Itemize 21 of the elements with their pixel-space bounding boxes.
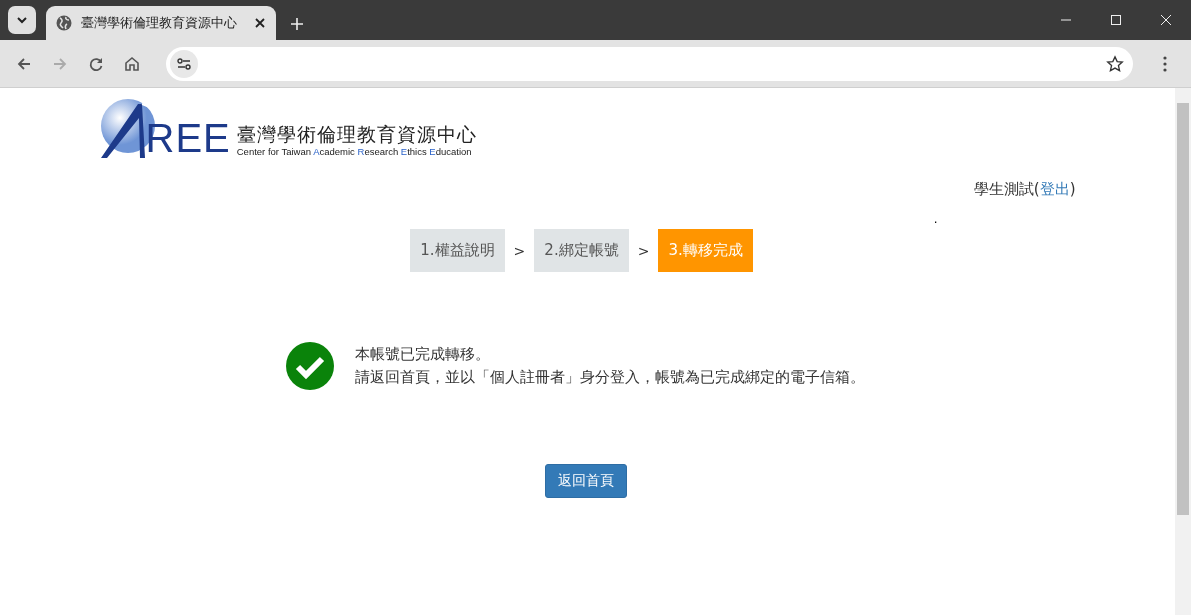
logo-letters: REE [145, 118, 231, 158]
success-check-icon [285, 342, 334, 390]
chevron-icon [16, 16, 28, 24]
logout-link[interactable]: 登出 [1039, 180, 1070, 198]
tab-title: 臺灣學術倫理教育資源中心 [81, 14, 238, 32]
logo-subtitle: Center for Taiwan Academic Research Ethics Education [236, 146, 473, 157]
logo-title: 臺灣學術倫理教育資源中心 [236, 123, 477, 146]
dot-mark: . [933, 213, 938, 228]
globe-icon [56, 15, 72, 31]
step-separator: > [636, 242, 651, 259]
message-text: 本帳號已完成轉移。 [354, 345, 491, 364]
user-status: 學生測試(登出) [973, 180, 1076, 199]
site-settings-icon[interactable] [170, 49, 198, 78]
browser-tab[interactable]: 臺灣學術倫理教育資源中心 [46, 6, 276, 40]
close-tab-icon[interactable] [254, 17, 266, 29]
step-separator: > [512, 242, 527, 259]
message-text: 請返回首頁，並以「個人註冊者」身分登入，帳號為已完成綁定的電子信箱。 [354, 368, 865, 387]
scrollbar-thumb[interactable] [1177, 103, 1189, 515]
new-tab-icon[interactable] [290, 17, 304, 31]
tab-search-button[interactable] [8, 6, 36, 34]
return-home-button[interactable]: 返回首頁 [544, 464, 627, 498]
